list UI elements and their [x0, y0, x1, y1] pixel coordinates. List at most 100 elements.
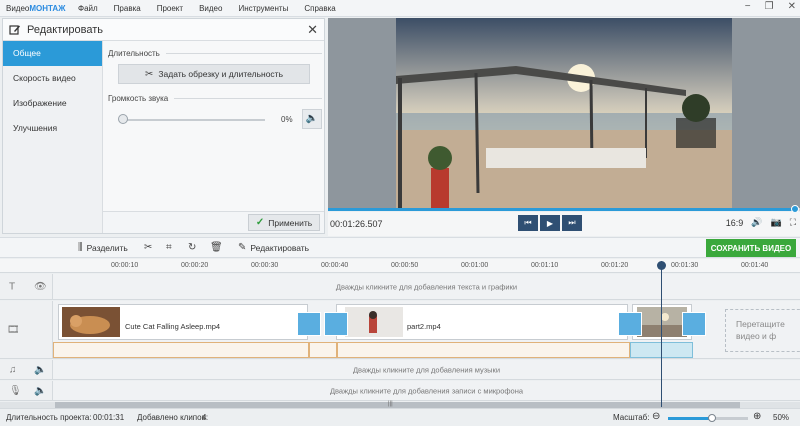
menu-edit[interactable]: Правка	[106, 4, 149, 13]
video-clip[interactable]: part2.mp4	[336, 304, 628, 340]
menu-file[interactable]: Файл	[70, 4, 106, 13]
eye-icon[interactable]: 👁	[34, 281, 47, 292]
split-button[interactable]: ⫼ Разделить	[78, 242, 128, 253]
edit-button[interactable]: ✎ Редактировать	[238, 242, 309, 253]
music-track-header: ♫ 🔈	[0, 360, 53, 379]
apply-bar: ✓ Применить	[103, 211, 324, 233]
mute-icon[interactable]: 🔈	[302, 109, 322, 129]
transition[interactable]	[297, 312, 321, 336]
mic-track-hint: Дважды кликните для добавления записи с …	[329, 386, 524, 395]
volume-slider-knob[interactable]	[118, 114, 128, 124]
aspect-ratio[interactable]: 16:9	[726, 218, 744, 228]
clip-audio[interactable]	[337, 342, 630, 358]
volume-slider[interactable]	[120, 119, 265, 121]
menu-project[interactable]: Проект	[149, 4, 191, 13]
time-ruler[interactable]: 00:00:10 00:00:20 00:00:30 00:00:40 00:0…	[0, 259, 800, 273]
prev-frame-icon[interactable]: ⏮	[518, 215, 538, 231]
split-icon: ⫼	[78, 242, 83, 253]
drop-zone[interactable]: Перетащите видео и ф	[725, 309, 800, 352]
project-duration-label: Длительность проекта:	[6, 413, 92, 422]
current-time: 00:01:26.507	[330, 219, 383, 229]
menu-video[interactable]: Видео	[191, 4, 230, 13]
camera-icon[interactable]: 📷	[770, 217, 781, 228]
timeline-toolbar: ⫼ Разделить ✂ ⌗ ↻ 🗑 ✎ Редактировать СОХР…	[0, 237, 800, 258]
text-icon: T	[9, 281, 16, 292]
rotate-icon: ↻	[188, 242, 197, 253]
next-frame-icon[interactable]: ⏭	[562, 215, 582, 231]
nav-image[interactable]: Изображение	[3, 91, 102, 116]
mic-track[interactable]: 🎙 🔈 Дважды кликните для добавления запис…	[0, 381, 800, 401]
clip-thumbnail	[637, 307, 687, 337]
fullscreen-icon[interactable]: ⛶	[790, 217, 796, 228]
zoom-fill	[668, 417, 712, 420]
music-track-hint: Дважды кликните для добавления музыки	[352, 365, 501, 374]
menu-bar: Файл Правка Проект Видео Инструменты Спр…	[70, 4, 344, 13]
speaker-icon[interactable]: 🔈	[34, 364, 46, 375]
music-note-icon: ♫	[9, 364, 17, 375]
player-right-controls: 16:9 🔊 📷 ⛶	[726, 217, 796, 228]
edit-panel-title: Редактировать	[27, 23, 103, 36]
zoom-in-icon[interactable]: ⊕	[753, 411, 761, 422]
title-bar: ВидеоМОНТАЖ Файл Правка Проект Видео Инс…	[0, 0, 800, 17]
transition[interactable]	[324, 312, 348, 336]
playhead-handle[interactable]	[657, 261, 666, 270]
maximize-icon[interactable]: ❐	[765, 1, 774, 12]
edit-panel-header: Редактировать ✕	[3, 19, 324, 41]
play-icon[interactable]: ▶	[540, 215, 560, 231]
scissors-icon: ✂	[144, 242, 153, 253]
minimize-icon[interactable]: −	[745, 1, 751, 12]
preview-scrubber[interactable]	[328, 205, 800, 213]
delete-button[interactable]: 🗑	[210, 242, 223, 253]
crop-icon: ⌗	[166, 242, 172, 253]
clip-audio[interactable]	[53, 342, 309, 358]
preview-progress	[328, 208, 796, 211]
zoom-slider[interactable]	[668, 414, 748, 422]
music-track[interactable]: ♫ 🔈 Дважды кликните для добавления музык…	[0, 360, 800, 380]
trim-button[interactable]: ✂ Задать обрезку и длительность	[118, 64, 310, 84]
zoom-label: Масштаб:	[613, 413, 650, 422]
playhead[interactable]	[657, 261, 666, 407]
nav-general[interactable]: Общее	[3, 41, 102, 66]
save-video-button[interactable]: СОХРАНИТЬ ВИДЕО	[706, 239, 796, 257]
clip-thumbnail	[345, 307, 403, 337]
video-icon: 🎞	[7, 324, 20, 335]
speaker-icon[interactable]: 🔈	[34, 385, 46, 396]
clips-count: 4	[202, 413, 207, 422]
edit-icon	[9, 24, 20, 35]
menu-tools[interactable]: Инструменты	[230, 4, 296, 13]
video-track[interactable]: 🎞 Cute Cat Falling Asleep.mp4 part2.mp4 …	[0, 301, 800, 359]
nav-speed[interactable]: Скорость видео	[3, 66, 102, 91]
ruler-tick: 00:00:10	[111, 262, 139, 269]
nav-enhance[interactable]: Улучшения	[3, 116, 102, 141]
apply-button[interactable]: ✓ Применить	[248, 214, 320, 231]
crop-button[interactable]: ⌗	[166, 242, 172, 253]
scissors-icon: ✂	[144, 68, 154, 80]
check-icon: ✓	[255, 217, 265, 228]
zoom-out-icon[interactable]: ⊖	[652, 411, 660, 422]
video-preview[interactable]	[328, 18, 800, 208]
rotate-button[interactable]: ↻	[188, 242, 196, 253]
ruler-tick: 00:00:20	[181, 262, 209, 269]
transition[interactable]	[618, 312, 642, 336]
text-track[interactable]: T 👁 Дважды кликните для добавления текст…	[0, 274, 800, 300]
transition[interactable]	[682, 312, 706, 336]
video-clip[interactable]: Cute Cat Falling Asleep.mp4	[58, 304, 308, 340]
close-window-icon[interactable]: ✕	[788, 1, 796, 12]
zoom-knob[interactable]	[708, 414, 716, 422]
ruler-tick: 00:01:00	[461, 262, 489, 269]
edit-panel: Редактировать ✕ Общее Скорость видео Изо…	[2, 18, 325, 234]
clip-audio[interactable]	[309, 342, 337, 358]
preview-frame	[396, 18, 732, 208]
trash-icon: 🗑	[210, 242, 223, 253]
speaker-icon[interactable]: 🔊	[751, 217, 762, 228]
ruler-tick: 00:01:10	[531, 262, 559, 269]
player-controls: 00:01:26.507 ⏮ ▶ ⏭ 16:9 🔊 📷 ⛶	[328, 212, 800, 236]
microphone-icon: 🎙	[9, 385, 22, 396]
close-icon[interactable]: ✕	[307, 22, 318, 38]
project-duration: 00:01:31	[93, 413, 125, 422]
text-track-hint: Дважды кликните для добавления текста и …	[335, 282, 518, 291]
cut-button[interactable]: ✂	[144, 242, 152, 253]
menu-help[interactable]: Справка	[296, 4, 343, 13]
grip-icon: |||	[388, 401, 393, 407]
zoom-value: 50%	[773, 413, 790, 422]
